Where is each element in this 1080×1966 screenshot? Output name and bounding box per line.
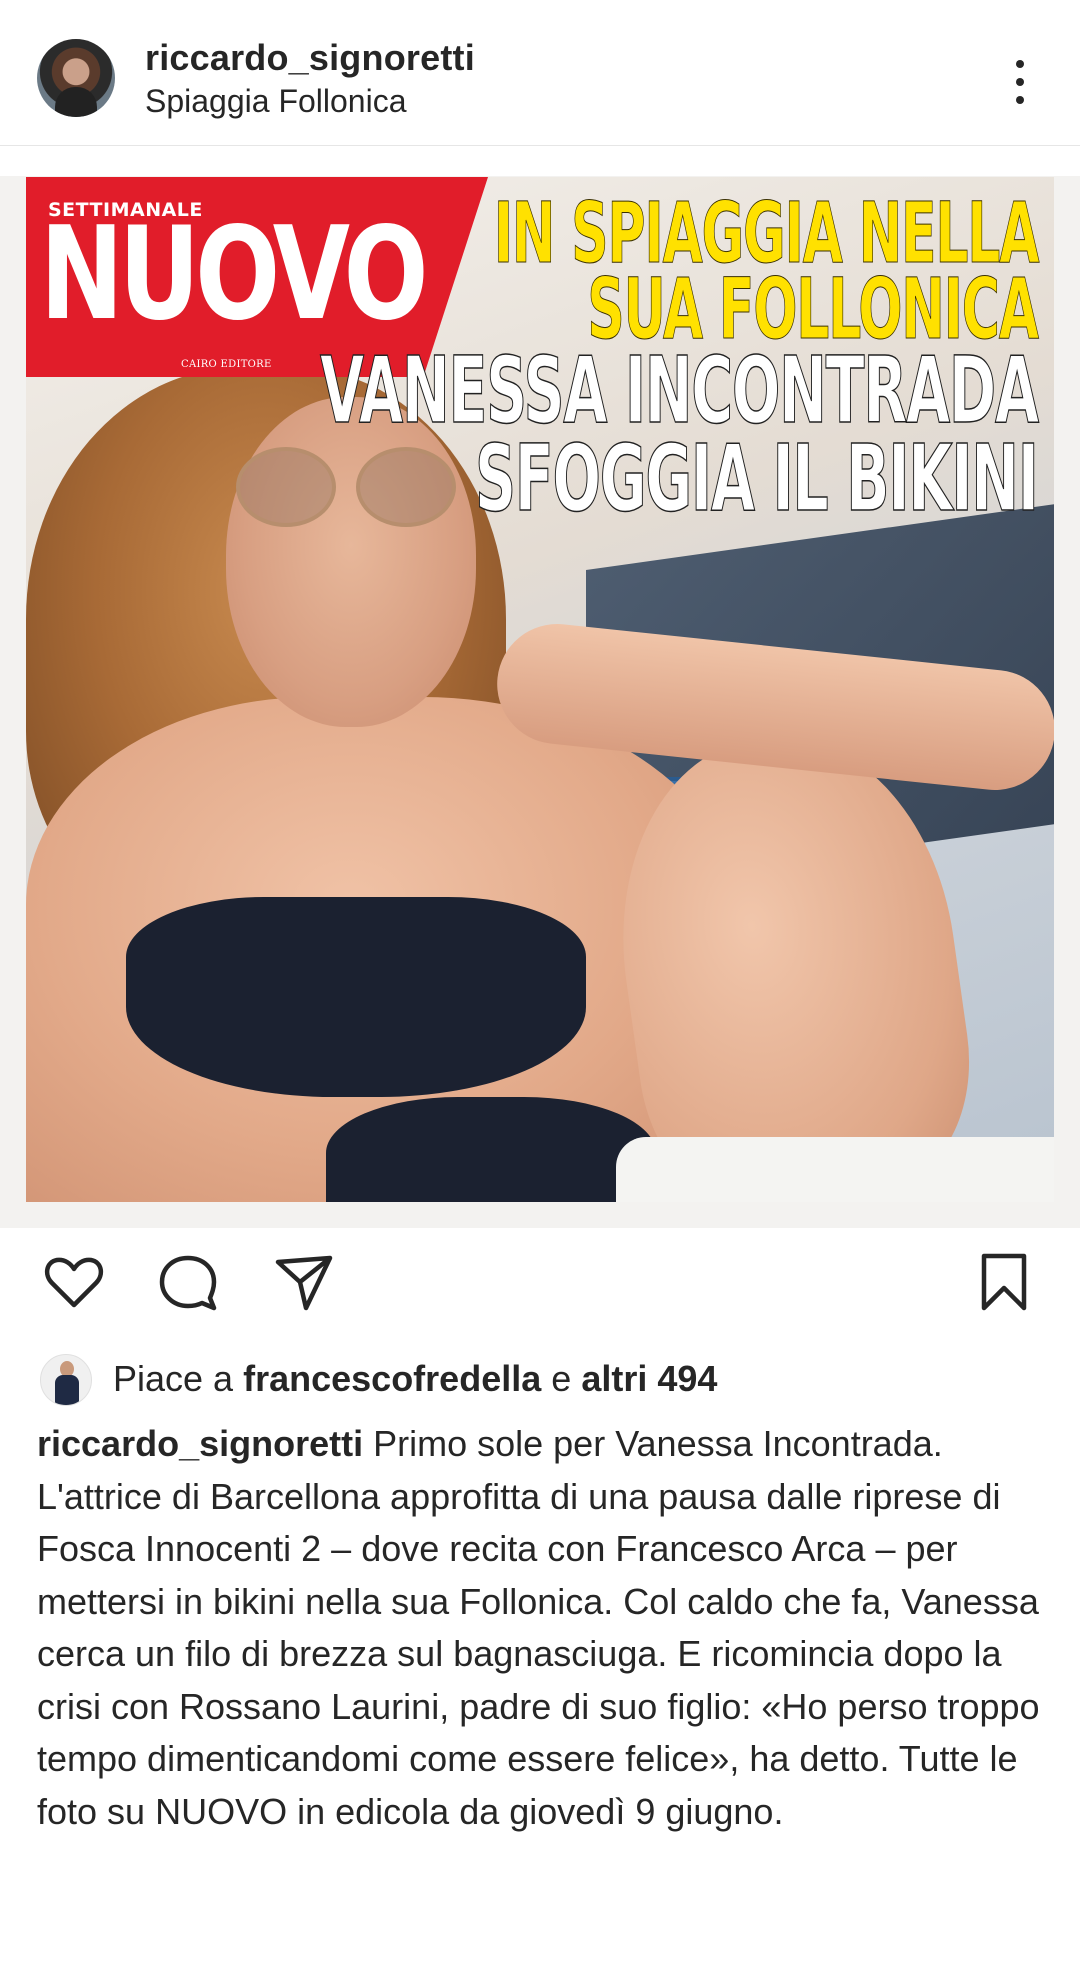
magazine-title: NUOVO [40, 200, 428, 349]
profile-avatar[interactable] [37, 39, 115, 117]
likes-text: Piace a francescofredella e altri 494 [113, 1358, 717, 1400]
likes-others[interactable]: altri 494 [581, 1358, 717, 1399]
post-header: riccardo_signoretti Spiaggia Follonica [0, 0, 1080, 146]
caption-username[interactable]: riccardo_signoretti [37, 1423, 363, 1464]
post-username[interactable]: riccardo_signoretti [145, 37, 475, 79]
bookmark-icon[interactable] [972, 1250, 1036, 1314]
headline-white-line-2: SFOGGIA IL BIKINI [475, 425, 1040, 532]
caption-text: Primo sole per Vanessa Incontrada. L'att… [37, 1423, 1040, 1832]
likes-connector: e [551, 1358, 572, 1399]
post-location[interactable]: Spiaggia Follonica [145, 83, 407, 120]
likes-prefix: Piace a [113, 1358, 234, 1399]
bikini-top [126, 897, 586, 1097]
heart-icon[interactable] [42, 1250, 106, 1314]
towel [616, 1137, 1054, 1202]
likes-user[interactable]: francescofredella [243, 1358, 541, 1399]
post-image[interactable]: SETTIMANALE NUOVO CAIRO EDITORE IN SPIAG… [26, 177, 1054, 1202]
more-options-icon[interactable] [1006, 52, 1036, 112]
action-bar [0, 1250, 1080, 1330]
liker-avatar[interactable] [40, 1354, 92, 1406]
magazine-publisher: CAIRO EDITORE [181, 359, 272, 370]
bikini-bottom [326, 1097, 656, 1202]
post-caption: riccardo_signoretti Primo sole per Vanes… [37, 1418, 1047, 1838]
likes-row[interactable]: Piace a francescofredella e altri 494 [0, 1352, 1080, 1408]
share-icon[interactable] [272, 1250, 336, 1314]
comment-icon[interactable] [156, 1250, 220, 1314]
sunglasses [236, 447, 466, 537]
headline-white-line-1: VANESSA INCONTRADA [320, 337, 1040, 444]
